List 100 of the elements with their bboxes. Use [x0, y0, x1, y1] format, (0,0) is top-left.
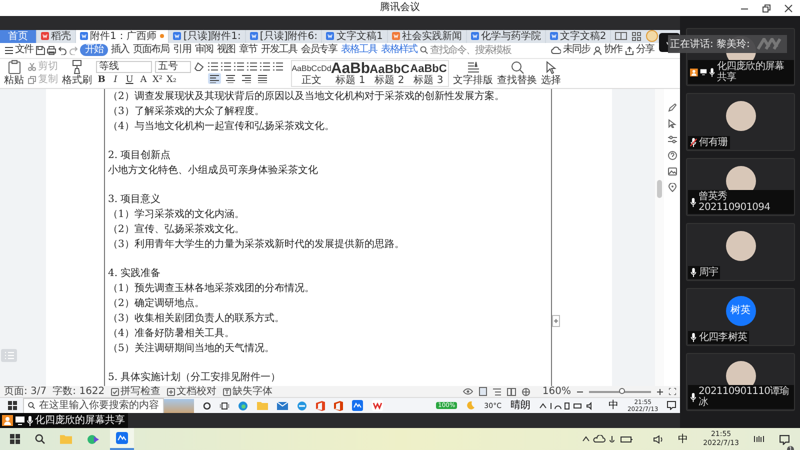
document-tab[interactable]: 首页 — [0, 30, 37, 43]
tool-button[interactable]: 选择 — [541, 60, 561, 86]
document-tab[interactable]: 附件1：广西师 — [76, 30, 170, 43]
restore-icon[interactable] — [762, 4, 771, 12]
ribbon-tab[interactable]: 开发工具 — [260, 44, 298, 56]
list-icon[interactable] — [234, 62, 244, 72]
align-button[interactable] — [256, 73, 269, 84]
align-button[interactable] — [224, 73, 237, 84]
command-search-field[interactable]: 查找命令、搜索模板 — [420, 43, 511, 58]
windows-icon[interactable] — [8, 401, 17, 410]
grid-icon[interactable] — [632, 32, 642, 41]
location-icon[interactable] — [668, 182, 676, 192]
pencil-icon[interactable] — [668, 102, 676, 112]
print-icon[interactable] — [47, 46, 56, 55]
status-tool-button[interactable]: 缺失字体 — [222, 386, 273, 397]
globe-icon[interactable] — [522, 388, 530, 396]
save-icon[interactable] — [36, 46, 45, 55]
windows-icon[interactable] — [10, 434, 20, 444]
document-tab[interactable]: [只读]附件6: — [246, 30, 322, 43]
file-menu[interactable]: 文件 — [4, 44, 34, 56]
sliders-icon[interactable] — [668, 134, 676, 144]
outline-view-icon[interactable] — [493, 388, 502, 396]
tool-button[interactable]: 文字排版 — [453, 60, 493, 86]
status-tool-button[interactable]: 拼写检查 — [110, 386, 161, 397]
layout-icon[interactable] — [615, 32, 628, 40]
participant-tile[interactable]: 周宇 — [686, 223, 795, 281]
format-button[interactable]: A — [138, 74, 149, 86]
participant-tile[interactable]: 何有珊 — [686, 93, 795, 151]
ribbon-tab[interactable]: 开始 — [80, 44, 108, 56]
ribbon-tab[interactable]: 表格样式 — [380, 44, 418, 56]
task-view-icon[interactable] — [220, 402, 229, 410]
align-button[interactable] — [240, 73, 253, 84]
ribbon-tab[interactable]: 页面布局 — [132, 44, 170, 56]
scrollbar[interactable] — [655, 88, 664, 386]
font-select[interactable]: 等线 — [96, 60, 152, 73]
ribbon-tab[interactable]: 会员专享 — [300, 44, 338, 56]
browser-icon[interactable] — [297, 400, 307, 410]
list-icon[interactable] — [260, 62, 270, 72]
list-icon[interactable] — [273, 62, 283, 72]
format-button[interactable]: I — [110, 74, 121, 86]
meter-icon[interactable] — [754, 435, 764, 443]
office-icon[interactable] — [334, 400, 343, 410]
document-tab[interactable]: [只读]附件1: — [169, 30, 246, 43]
participant-tile[interactable]: 202110901110谭瑜冰 — [686, 353, 795, 411]
list-icon[interactable] — [247, 62, 257, 72]
format-button[interactable]: X² — [152, 74, 163, 86]
format-button[interactable]: U — [124, 74, 135, 86]
help-icon[interactable] — [668, 150, 676, 160]
circle-icon[interactable] — [203, 402, 211, 410]
eye-icon[interactable] — [463, 388, 474, 395]
ribbon-tab[interactable]: 引用 — [172, 44, 192, 56]
list-icon[interactable] — [221, 62, 231, 72]
image-icon[interactable] — [668, 166, 676, 176]
document-tab[interactable]: 社会实践新闻 — [388, 30, 467, 43]
browser-icon[interactable] — [238, 400, 248, 410]
ribbon-tab[interactable]: 章节 — [238, 44, 258, 56]
ribbon-tab[interactable]: 视图 — [216, 44, 236, 56]
fullscreen-icon[interactable] — [669, 388, 676, 395]
style-option[interactable]: AaBbC 标题 2 — [370, 60, 409, 86]
style-option[interactable]: AaBbCcDd 正文 — [292, 60, 331, 86]
office-icon[interactable] — [316, 400, 325, 410]
account-action-button[interactable]: 协作 — [592, 44, 622, 56]
account-action-button[interactable]: 未同步 — [550, 44, 590, 56]
play-icon[interactable] — [87, 434, 99, 444]
format-painter-button[interactable]: 格式刷 — [62, 60, 92, 86]
paste-button[interactable]: 粘贴 — [4, 60, 24, 86]
zoom-slider-thumb[interactable] — [619, 388, 626, 394]
add-row-icon[interactable] — [552, 314, 560, 327]
meeting-app-button[interactable] — [110, 428, 134, 450]
ribbon-tab[interactable]: 表格工具 — [340, 44, 378, 56]
mail-icon[interactable] — [277, 402, 288, 410]
style-option[interactable]: AaBbC 标题 3 — [409, 60, 448, 86]
status-tool-button[interactable]: 文档校对 — [166, 386, 217, 397]
ribbon-tab[interactable]: 插入 — [110, 44, 130, 56]
zoom-level[interactable]: 160% — [542, 386, 571, 397]
wps-app-icon[interactable] — [372, 400, 383, 411]
clear-format-icon[interactable] — [194, 62, 204, 72]
meeting-app-icon[interactable] — [352, 400, 363, 411]
tool-button[interactable]: 查找替换 — [497, 60, 537, 86]
participant-tile[interactable]: 曾英秀202110901094 — [686, 158, 795, 216]
input-method[interactable]: 中 — [608, 400, 618, 411]
style-option[interactable]: AaBb 标题 1 — [331, 60, 370, 86]
list-icon[interactable] — [208, 62, 218, 72]
document-tab[interactable]: 文字文稿1 — [322, 30, 388, 43]
notification-icon[interactable] — [779, 434, 790, 444]
ribbon-tab[interactable]: 审阅 — [194, 44, 214, 56]
undo-icon[interactable] — [58, 46, 67, 55]
account-action-button[interactable]: 分享 — [624, 44, 654, 56]
format-button[interactable]: B — [96, 74, 107, 86]
zoom-in-icon[interactable] — [657, 388, 663, 394]
font-size-select[interactable]: 五号 — [155, 60, 191, 73]
zoom-out-icon[interactable] — [577, 388, 583, 394]
volume-icon[interactable] — [653, 434, 664, 444]
format-button[interactable]: X₂ — [166, 74, 177, 86]
document-tab[interactable]: 文字文稿2 — [546, 30, 612, 43]
close-icon[interactable] — [784, 4, 793, 12]
document-tab[interactable]: 化学与药学院 — [466, 30, 546, 43]
participant-tile[interactable]: 树英 化四李树英 — [686, 288, 795, 346]
notification-icon[interactable] — [667, 401, 676, 410]
book-icon[interactable] — [507, 388, 516, 396]
